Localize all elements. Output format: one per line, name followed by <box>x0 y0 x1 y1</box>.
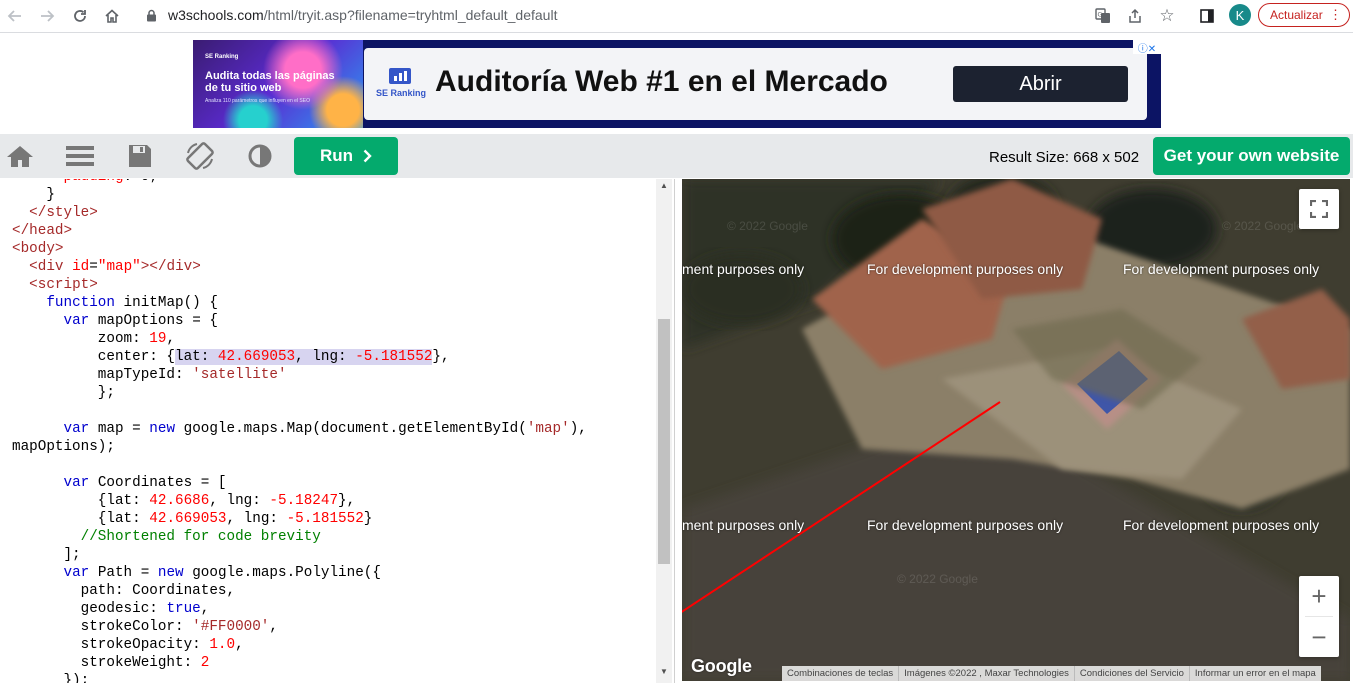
dev-watermark: For development purposes only <box>1123 261 1320 277</box>
imagery-attribution: Imágenes ©2022 , Maxar Technologies <box>898 666 1074 681</box>
update-label: Actualizar <box>1270 8 1323 22</box>
forward-arrow-icon[interactable] <box>35 4 59 28</box>
map-view[interactable]: © 2022 Google © 2022 Google © 2022 Googl… <box>682 179 1350 681</box>
result-size: Result Size: 668 x 502 <box>989 149 1140 166</box>
ad-headline[interactable]: Auditoría Web #1 en el Mercado <box>435 65 888 99</box>
map-footer: Combinaciones de teclas Imágenes ©2022 ,… <box>782 666 1321 681</box>
code-text[interactable]: padding: 0; } </style> </head> <body> <d… <box>12 179 587 683</box>
get-website-button[interactable]: Get your own website <box>1153 137 1350 175</box>
dev-watermark: ment purposes only <box>682 261 805 277</box>
zoom-out-button[interactable]: − <box>1299 617 1339 657</box>
translate-icon[interactable]: G <box>1092 5 1114 27</box>
tryit-toolbar: Run Result Size: 668 x 502 Get your own … <box>0 134 1353 178</box>
bar-chart-logo-icon <box>389 68 411 84</box>
zoom-control: + − <box>1299 576 1339 657</box>
home-icon[interactable] <box>4 140 36 172</box>
dev-watermark: ment purposes only <box>682 517 805 533</box>
menu-icon[interactable] <box>64 140 96 172</box>
lock-icon[interactable] <box>146 9 157 27</box>
dev-watermark: For development purposes only <box>1123 517 1320 533</box>
svg-text:G: G <box>1098 12 1103 19</box>
ad-left-title: Audita todas las páginas de tu sitio web <box>205 70 335 94</box>
imagery-watermark: © 2022 Google <box>897 572 978 586</box>
ad-left-graphic: SE Ranking Audita todas las páginas de t… <box>193 40 363 128</box>
ad-choices-icon[interactable]: ⓘ✕ <box>1133 40 1161 55</box>
update-button[interactable]: Actualizar ⋮ <box>1258 3 1350 27</box>
satellite-imagery <box>682 179 1350 681</box>
zoom-in-button[interactable]: + <box>1299 576 1339 616</box>
side-panel-icon[interactable] <box>1196 5 1218 27</box>
ad-open-button[interactable]: Abrir <box>953 66 1128 102</box>
editor-scrollbar[interactable]: ▲ ▼ <box>656 179 672 683</box>
profile-avatar[interactable]: K <box>1229 4 1251 26</box>
dark-mode-icon[interactable] <box>244 140 276 172</box>
scroll-up-arrow-icon[interactable]: ▲ <box>656 181 672 193</box>
ad-banner[interactable]: SE Ranking Audita todas las páginas de t… <box>193 40 1161 128</box>
keyboard-shortcuts-link[interactable]: Combinaciones de teclas <box>782 666 898 681</box>
scroll-thumb[interactable] <box>658 319 670 564</box>
imagery-watermark: © 2022 Google <box>727 219 808 233</box>
ad-brand: SE Ranking <box>376 88 427 98</box>
code-editor[interactable]: padding: 0; } </style> </head> <body> <d… <box>0 179 675 683</box>
scroll-down-arrow-icon[interactable]: ▼ <box>656 667 672 679</box>
google-logo[interactable]: Google <box>691 656 752 677</box>
url-host: w3schools.com <box>168 7 264 23</box>
star-icon[interactable]: ☆ <box>1156 5 1178 27</box>
fullscreen-icon <box>1310 200 1328 218</box>
share-icon[interactable] <box>1124 5 1146 27</box>
more-icon: ⋮ <box>1329 7 1342 22</box>
dev-watermark: For development purposes only <box>867 261 1064 277</box>
dev-watermark: For development purposes only <box>867 517 1064 533</box>
save-icon[interactable] <box>124 140 156 172</box>
run-label: Run <box>319 146 354 165</box>
back-arrow-icon[interactable] <box>3 4 27 28</box>
rotate-layout-icon[interactable] <box>184 140 216 172</box>
chevron-right-icon <box>363 149 372 163</box>
home-icon[interactable] <box>100 4 124 28</box>
ad-left-logo: SE Ranking <box>205 54 239 60</box>
imagery-watermark: © 2022 Google <box>1222 219 1303 233</box>
report-error-link[interactable]: Informar un error en el mapa <box>1188 666 1321 681</box>
fullscreen-button[interactable] <box>1299 189 1339 229</box>
run-button[interactable]: Run <box>294 137 398 175</box>
browser-toolbar: w3schools.com/html/tryit.asp?filename=tr… <box>0 0 1353 33</box>
ad-card[interactable]: SE Ranking Auditoría Web #1 en el Mercad… <box>364 48 1147 120</box>
url-path: /html/tryit.asp?filename=tryhtml_default… <box>263 7 558 23</box>
terms-link[interactable]: Condiciones del Servicio <box>1073 666 1189 681</box>
address-bar[interactable]: w3schools.com/html/tryit.asp?filename=tr… <box>168 7 557 23</box>
ad-left-subtitle: Analiza 110 parámetros que influyen en e… <box>205 98 310 104</box>
reload-icon[interactable] <box>68 4 92 28</box>
